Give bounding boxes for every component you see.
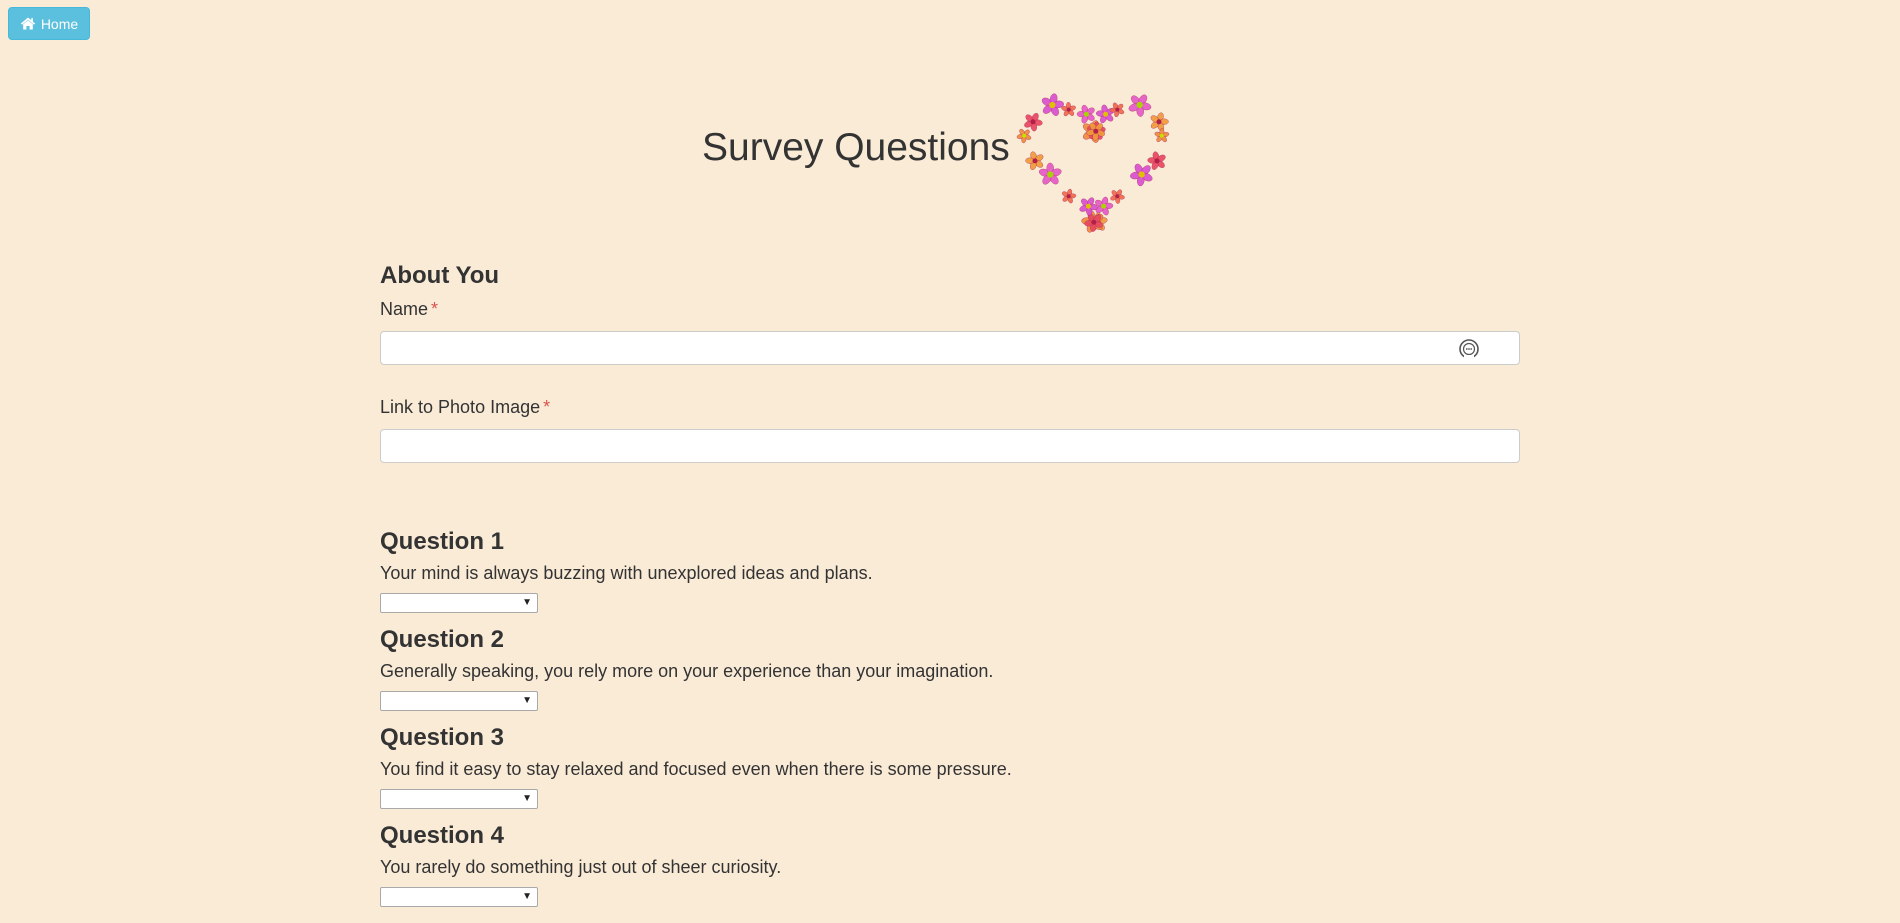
flower [1076, 104, 1095, 124]
home-icon [20, 17, 36, 30]
flower [1016, 128, 1032, 144]
question-1: Question 1 Your mind is always buzzing w… [380, 525, 1520, 613]
photo-label-text: Link to Photo Image [380, 397, 541, 417]
dropdown-arrow-icon: ▼ [522, 793, 532, 804]
question-4: Question 4 You rarely do something just … [380, 819, 1520, 907]
question-3: Question 3 You find it easy to stay rela… [380, 721, 1520, 809]
flower [1154, 128, 1170, 143]
answer-select[interactable]: ▼ [380, 691, 538, 711]
autofill-icon[interactable] [1458, 338, 1480, 360]
answer-select[interactable]: ▼ [380, 887, 538, 907]
home-button[interactable]: Home [8, 7, 90, 40]
dropdown-arrow-icon: ▼ [522, 695, 532, 706]
about-you-heading: About You [380, 262, 500, 289]
required-mark: * [431, 299, 439, 319]
flower [1024, 112, 1043, 132]
answer-select[interactable]: ▼ [380, 789, 538, 809]
dropdown-arrow-icon: ▼ [522, 891, 532, 902]
question-heading: Question 3 [380, 724, 505, 751]
dropdown-arrow-icon: ▼ [522, 597, 532, 608]
photo-field-wrapper [380, 429, 1520, 463]
name-field[interactable] [381, 332, 1519, 364]
name-label: Name * [380, 297, 1520, 321]
question-heading: Question 2 [380, 626, 505, 653]
flower [1062, 188, 1077, 204]
flower [1041, 93, 1064, 116]
flower [1096, 104, 1115, 124]
survey-form: About You Name * Link to Photo Image * Que… [380, 259, 1520, 917]
name-field-wrapper [380, 331, 1520, 365]
question-text: Generally speaking, you rely more on you… [380, 661, 994, 681]
photo-link-field[interactable] [381, 430, 1519, 462]
answer-select[interactable]: ▼ [380, 593, 538, 613]
flower [1128, 94, 1152, 117]
question-text: You rarely do something just out of shee… [380, 857, 782, 877]
question-heading: Question 1 [380, 528, 505, 555]
flower-heart-image [1016, 93, 1170, 233]
flower [1150, 112, 1169, 132]
home-button-label: Home [40, 15, 79, 32]
question-heading: Question 4 [380, 822, 505, 849]
page-header: Survey Questions [0, 76, 1900, 236]
flower [1109, 102, 1125, 118]
question-text: Your mind is always buzzing with unexplo… [380, 563, 873, 583]
required-mark: * [543, 397, 551, 417]
flower [1025, 151, 1044, 171]
question-text: You find it easy to stay relaxed and foc… [380, 759, 1012, 779]
flower [1110, 189, 1125, 204]
name-label-text: Name [380, 299, 429, 319]
flower [1130, 163, 1153, 187]
photo-label: Link to Photo Image * [380, 395, 1520, 419]
question-2: Question 2 Generally speaking, you rely … [380, 623, 1520, 711]
page-title: Survey Questions [702, 126, 1010, 169]
flower [1079, 197, 1098, 216]
